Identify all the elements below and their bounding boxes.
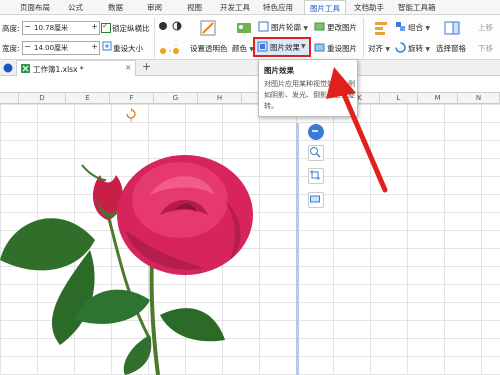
picture-outline-button[interactable]: 图片轮廓 ▼ (271, 22, 308, 33)
selection-pane-icon[interactable] (444, 20, 460, 36)
tab-doc-assistant[interactable]: 文档助手 (354, 2, 384, 13)
rose-picture[interactable] (0, 140, 300, 375)
column-header[interactable]: N (458, 93, 500, 104)
tab-developer[interactable]: 开发工具 (220, 2, 250, 13)
rotate-handle-icon[interactable] (125, 108, 137, 122)
change-picture-icon (314, 22, 325, 31)
picture-effects-icon (257, 41, 268, 52)
chevron-down-icon: ▼ (303, 25, 309, 32)
column-header[interactable]: G (154, 93, 198, 104)
workbook-tab[interactable]: 工作簿1.xlsx * × (16, 60, 136, 76)
tab-smart-toolbox[interactable]: 智能工具箱 (398, 2, 436, 13)
new-tab-button[interactable]: + (142, 60, 151, 73)
tab-view[interactable]: 视图 (187, 2, 202, 13)
formula-bar[interactable] (0, 76, 500, 93)
tab-review[interactable]: 审阅 (147, 2, 162, 13)
reset-picture-button[interactable]: 重设图片 (327, 43, 357, 54)
picture-effects-button[interactable]: 图片效果 ▼ (253, 37, 311, 57)
chevron-down-icon: ▼ (385, 46, 391, 53)
move-up-button[interactable]: 上移 (478, 22, 493, 33)
tab-formula[interactable]: 公式 (68, 2, 83, 13)
brightness-contrast-icons[interactable] (158, 20, 184, 32)
spreadsheet-file-icon (21, 64, 30, 73)
reset-size-button[interactable]: 重设大小 (113, 43, 143, 54)
lock-aspect-ratio-checkbox[interactable] (101, 21, 111, 33)
column-header-partial (0, 93, 19, 104)
reset-size-icon (102, 41, 112, 51)
picture-outline-label: 图片轮廓 (271, 23, 301, 32)
group-icon (396, 22, 405, 31)
align-icon[interactable] (373, 20, 389, 36)
picture-color-icon[interactable] (236, 20, 252, 36)
tab-features[interactable]: 特色应用 (263, 2, 293, 13)
height-value[interactable]: 10.78厘米 (34, 23, 68, 33)
color-label: 颜色 (232, 44, 247, 53)
set-transparent-color-button[interactable]: 设置透明色 (190, 43, 228, 54)
column-header-row: D E F G H I J K L M N (0, 93, 500, 104)
selection-pane-button[interactable]: 选择窗格 (436, 43, 466, 54)
lock-aspect-ratio-label: 锁定纵横比 (112, 24, 150, 33)
group-button[interactable]: 组合 ▼ (408, 22, 430, 33)
height-label: 高度: (2, 24, 20, 33)
tab-data[interactable]: 数据 (108, 2, 123, 13)
red-arrow-annotation (326, 67, 388, 193)
width-value[interactable]: 14.00厘米 (34, 43, 68, 53)
close-tab-button[interactable]: × (125, 63, 131, 72)
color-button[interactable]: 颜色 ▼ (232, 43, 254, 54)
tooltip-title: 图片效果 (264, 66, 294, 75)
rotate-label: 旋转 (408, 44, 423, 53)
tab-page-layout[interactable]: 页面布局 (20, 2, 50, 13)
width-stepper[interactable]: − 14.00厘米 + (22, 41, 100, 55)
picture-outline-icon (258, 21, 269, 32)
column-header[interactable]: M (418, 93, 458, 104)
picture-frame-edge (296, 123, 299, 375)
align-label: 对齐 (368, 44, 383, 53)
chevron-down-icon: ▼ (425, 46, 431, 53)
align-button[interactable]: 对齐 ▼ (368, 43, 390, 54)
picture-effects-label: 图片效果 (270, 43, 300, 52)
width-increase-button[interactable]: + (90, 42, 99, 52)
workbook-tab-name: 工作簿1.xlsx * (33, 65, 84, 74)
rotate-icon (395, 42, 406, 53)
move-down-button[interactable]: 下移 (478, 43, 493, 54)
width-decrease-button[interactable]: − (23, 42, 32, 52)
chevron-down-icon: ▼ (301, 43, 306, 50)
column-header[interactable]: E (66, 93, 110, 104)
sun-brightness-icons[interactable] (158, 45, 184, 57)
height-decrease-button[interactable]: − (23, 22, 32, 32)
column-header[interactable]: F (110, 93, 154, 104)
height-increase-button[interactable]: + (90, 22, 99, 32)
column-header[interactable]: D (19, 93, 66, 104)
transparent-color-icon[interactable] (200, 20, 216, 36)
app-logo-icon (3, 63, 13, 73)
ribbon-panel: 高度: − 10.78厘米 + 锁定纵横比 宽度: − 14.00厘米 + 重设… (0, 14, 500, 60)
column-header[interactable]: H (198, 93, 242, 104)
change-picture-button[interactable]: 更改图片 (327, 22, 357, 33)
rotate-button[interactable]: 旋转 ▼ (408, 43, 430, 54)
group-label: 组合 (408, 23, 423, 32)
group-divider (154, 18, 155, 58)
ribbon-tab-bar: 页面布局 公式 数据 审阅 视图 开发工具 特色应用 图片工具 文档助手 智能工… (0, 0, 500, 17)
height-stepper[interactable]: − 10.78厘米 + (22, 21, 100, 35)
width-label: 宽度: (2, 44, 20, 53)
chevron-down-icon: ▼ (425, 25, 431, 32)
group-divider (363, 18, 364, 58)
reset-picture-icon (314, 43, 325, 52)
